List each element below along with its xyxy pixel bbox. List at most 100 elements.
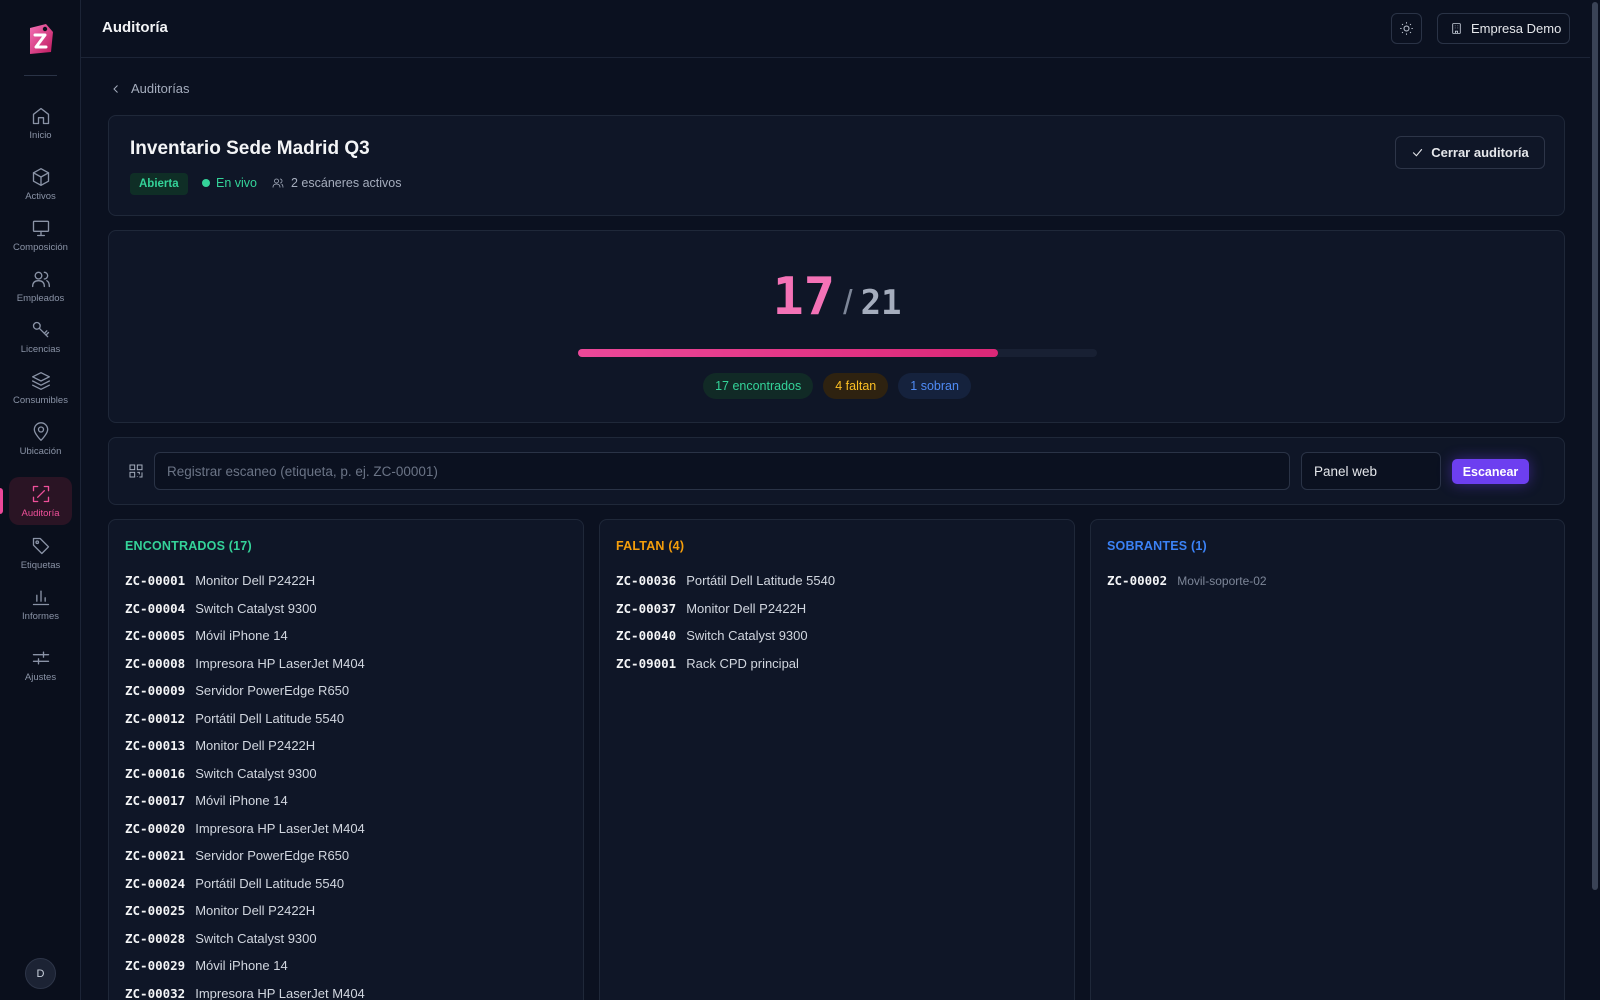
list-item[interactable]: ZC-00013 Monitor Dell P2422H: [125, 732, 365, 760]
asset-code: ZC-00036: [616, 573, 677, 589]
sidebar-item-licencias[interactable]: Licencias: [9, 313, 72, 361]
asset-name: Portátil Dell Latitude 5540: [195, 875, 345, 891]
page-scrollbar[interactable]: [1590, 0, 1600, 1000]
sidebar-item-label: Licencias: [20, 343, 61, 355]
list-item[interactable]: ZC-00037 Monitor Dell P2422H: [616, 595, 835, 623]
qr-code-icon: [128, 463, 144, 479]
bar-chart-icon: [32, 590, 49, 605]
live-indicator: En vivo: [202, 176, 257, 190]
scan-source-input[interactable]: [1301, 452, 1441, 490]
list-item[interactable]: ZC-00029 Móvil iPhone 14: [125, 952, 365, 980]
count-separator: /: [843, 284, 853, 322]
asset-name: Switch Catalyst 9300: [195, 765, 317, 781]
app-logo[interactable]: [24, 20, 56, 56]
sidebar-item-label: Consumibles: [13, 394, 68, 406]
sidebar-item-empleados[interactable]: Empleados: [9, 262, 72, 310]
breadcrumb[interactable]: Auditorías: [110, 81, 190, 96]
list-item[interactable]: ZC-00032 Impresora HP LaserJet M404: [125, 980, 365, 1000]
list-item[interactable]: ZC-00001 Monitor Dell P2422H: [125, 567, 365, 595]
sidebar-item-label: Empleados: [16, 292, 65, 304]
avatar[interactable]: D: [25, 958, 56, 989]
extra-column-title: SOBRANTES (1): [1107, 539, 1207, 553]
extra-pill: 1 sobran: [898, 373, 971, 399]
sidebar-item-label: Ajustes: [24, 671, 57, 683]
extra-column: SOBRANTES (1) ZC-00002 Movil-soporte-02: [1090, 519, 1565, 1000]
sidebar-item-ubicacion[interactable]: Ubicación: [9, 415, 72, 463]
sidebar-item-composicion[interactable]: Composición: [9, 211, 72, 259]
asset-code: ZC-00024: [125, 875, 186, 891]
missing-column-title: FALTAN (4): [616, 539, 685, 553]
missing-pill: 4 faltan: [823, 373, 889, 399]
missing-column: FALTAN (4) ZC-00036 Portátil Dell Latitud…: [599, 519, 1075, 1000]
asset-name: Rack CPD principal: [686, 655, 799, 671]
list-item[interactable]: ZC-00020 Impresora HP LaserJet M404: [125, 815, 365, 843]
breadcrumb-back-link[interactable]: Auditorías: [131, 81, 190, 96]
list-item[interactable]: ZC-00004 Switch Catalyst 9300: [125, 595, 365, 623]
asset-name: Movil-soporte-02: [1177, 573, 1267, 588]
list-item[interactable]: ZC-00028 Switch Catalyst 9300: [125, 925, 365, 953]
asset-name: Monitor Dell P2422H: [195, 738, 316, 754]
layers-icon: [31, 371, 50, 390]
active-nav-indicator: [0, 488, 3, 514]
sidebar-item-label: Ubicación: [19, 445, 62, 457]
sidebar-item-label: Inicio: [29, 129, 52, 141]
asset-code: ZC-00032: [125, 985, 186, 1000]
asset-name: Impresora HP LaserJet M404: [195, 820, 365, 836]
total-count: 21: [860, 283, 902, 323]
asset-code: ZC-00012: [125, 710, 186, 726]
list-item[interactable]: ZC-00008 Impresora HP LaserJet M404: [125, 650, 365, 678]
sidebar-item-etiquetas[interactable]: Etiquetas: [9, 529, 72, 577]
users-icon: [31, 271, 50, 287]
sidebar-item-consumibles[interactable]: Consumibles: [9, 364, 72, 412]
asset-code: ZC-00001: [125, 573, 186, 589]
asset-code: ZC-00013: [125, 738, 186, 754]
close-audit-button[interactable]: Cerrar auditoría: [1395, 136, 1545, 169]
asset-code: ZC-00009: [125, 683, 186, 699]
sidebar-item-label: Informes: [22, 610, 59, 622]
asset-code: ZC-00016: [125, 765, 186, 781]
asset-name: Móvil iPhone 14: [195, 628, 288, 644]
asset-code: ZC-00037: [616, 600, 677, 616]
check-icon: [1413, 148, 1423, 157]
sidebar-item-ajustes[interactable]: Ajustes: [9, 641, 72, 689]
scan-icon: [32, 485, 49, 502]
sidebar-item-inicio[interactable]: Inicio: [9, 99, 72, 147]
asset-code: ZC-09001: [616, 655, 677, 671]
sidebar-item-informes[interactable]: Informes: [9, 580, 72, 628]
asset-name: Servidor PowerEdge R650: [195, 848, 350, 864]
asset-code: ZC-00021: [125, 848, 186, 864]
asset-code: ZC-00017: [125, 793, 186, 809]
list-item[interactable]: ZC-00017 Móvil iPhone 14: [125, 787, 365, 815]
list-item[interactable]: ZC-00009 Servidor PowerEdge R650: [125, 677, 365, 705]
asset-code: ZC-00004: [125, 600, 186, 616]
list-item[interactable]: ZC-00016 Switch Catalyst 9300: [125, 760, 365, 788]
list-item[interactable]: ZC-00036 Portátil Dell Latitude 5540: [616, 567, 835, 595]
list-item[interactable]: ZC-00005 Móvil iPhone 14: [125, 622, 365, 650]
found-column-title: ENCONTRADOS (17): [125, 539, 252, 553]
company-selector-button[interactable]: Empresa Demo: [1437, 13, 1570, 44]
scan-button[interactable]: Escanear: [1452, 459, 1529, 484]
scrollbar-thumb[interactable]: [1592, 2, 1598, 890]
sidebar-item-auditoria[interactable]: Auditoría: [9, 477, 72, 525]
list-item[interactable]: ZC-09001 Rack CPD principal: [616, 650, 835, 678]
list-item[interactable]: ZC-00002 Movil-soporte-02: [1107, 567, 1267, 595]
asset-code: ZC-00029: [125, 958, 186, 974]
theme-toggle-button[interactable]: [1391, 13, 1422, 44]
extra-list: ZC-00002 Movil-soporte-02: [1107, 567, 1267, 595]
list-item[interactable]: ZC-00024 Portátil Dell Latitude 5540: [125, 870, 365, 898]
sidebar-item-activos[interactable]: Activos: [9, 160, 72, 208]
list-item[interactable]: ZC-00040 Switch Catalyst 9300: [616, 622, 835, 650]
asset-code: ZC-00025: [125, 903, 186, 919]
sidebar-item-label: Activos: [25, 190, 56, 202]
list-item[interactable]: ZC-00021 Servidor PowerEdge R650: [125, 842, 365, 870]
list-item[interactable]: ZC-00025 Monitor Dell P2422H: [125, 897, 365, 925]
list-item[interactable]: ZC-00012 Portátil Dell Latitude 5540: [125, 705, 365, 733]
stat-pills: 17 encontrados 4 faltan 1 sobran: [109, 373, 1565, 399]
scan-input[interactable]: [154, 452, 1290, 490]
audit-header-card: Inventario Sede Madrid Q3 Abierta En viv…: [108, 115, 1565, 216]
scan-card: Escanear: [108, 437, 1565, 505]
top-bar: Auditoría Empresa Demo: [81, 0, 1600, 58]
asset-name: Impresora HP LaserJet M404: [195, 985, 365, 1000]
progress-bar: [578, 349, 1097, 357]
asset-code: ZC-00028: [125, 930, 186, 946]
